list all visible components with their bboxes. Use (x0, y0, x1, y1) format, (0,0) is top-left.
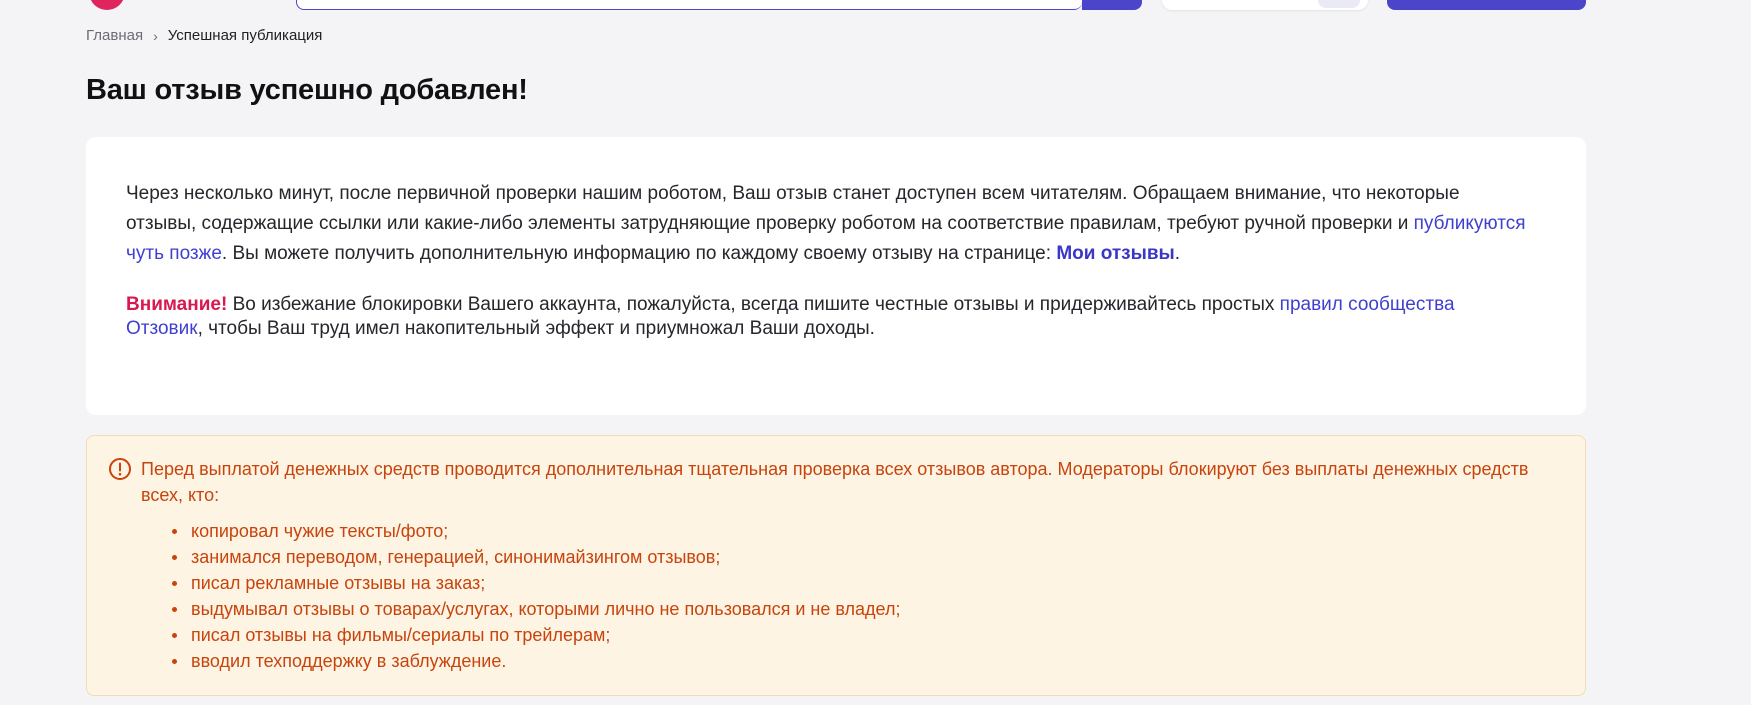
page-title: Ваш отзыв успешно добавлен! (86, 74, 528, 106)
success-info-card: Через несколько минут, после первичной п… (86, 137, 1586, 415)
info-text-1: Через несколько минут, после первичной п… (126, 183, 1460, 234)
search-button[interactable] (1082, 0, 1142, 10)
info-text-2: . Вы можете получить дополнительную инфо… (221, 243, 1057, 264)
warning-text-2: , чтобы Ваш труд имел накопительный эффе… (197, 318, 875, 339)
list-item: выдумывал отзывы о товарах/услугах, кото… (172, 596, 1555, 622)
list-item: вводил техподдержку в заблуждение. (172, 648, 1555, 674)
payout-notice: Перед выплатой денежных средств проводит… (86, 435, 1586, 696)
search-input[interactable] (296, 0, 1082, 10)
user-menu[interactable] (1162, 0, 1368, 10)
info-paragraph: Через несколько минут, после первичной п… (126, 179, 1526, 269)
breadcrumb-home-link[interactable]: Главная (86, 26, 143, 46)
breadcrumb-separator: › (153, 28, 158, 44)
violations-list: копировал чужие тексты/фото; занимался п… (141, 518, 1555, 674)
my-reviews-link[interactable]: Мои отзывы (1056, 243, 1174, 264)
exclamation-circle-icon (108, 457, 132, 481)
site-logo[interactable] (89, 0, 125, 10)
warning-label: Внимание! (126, 294, 228, 315)
warning-text-1: Во избежание блокировки Вашего аккаунта,… (227, 294, 1280, 315)
notice-lead: Перед выплатой денежных средств проводит… (141, 459, 1529, 505)
list-item: писал отзывы на фильмы/сериалы по трейле… (172, 622, 1555, 648)
breadcrumb: Главная › Успешная публикация (86, 26, 322, 46)
add-review-button[interactable] (1387, 0, 1586, 10)
warning-paragraph: Внимание! Во избежание блокировки Вашего… (126, 293, 1526, 341)
breadcrumb-current: Успешная публикация (167, 27, 323, 44)
list-item: писал рекламные отзывы на заказ; (172, 570, 1555, 596)
list-item: занимался переводом, генерацией, синоним… (172, 544, 1555, 570)
list-item: копировал чужие тексты/фото; (172, 518, 1555, 544)
info-text-3: . (1174, 243, 1181, 264)
